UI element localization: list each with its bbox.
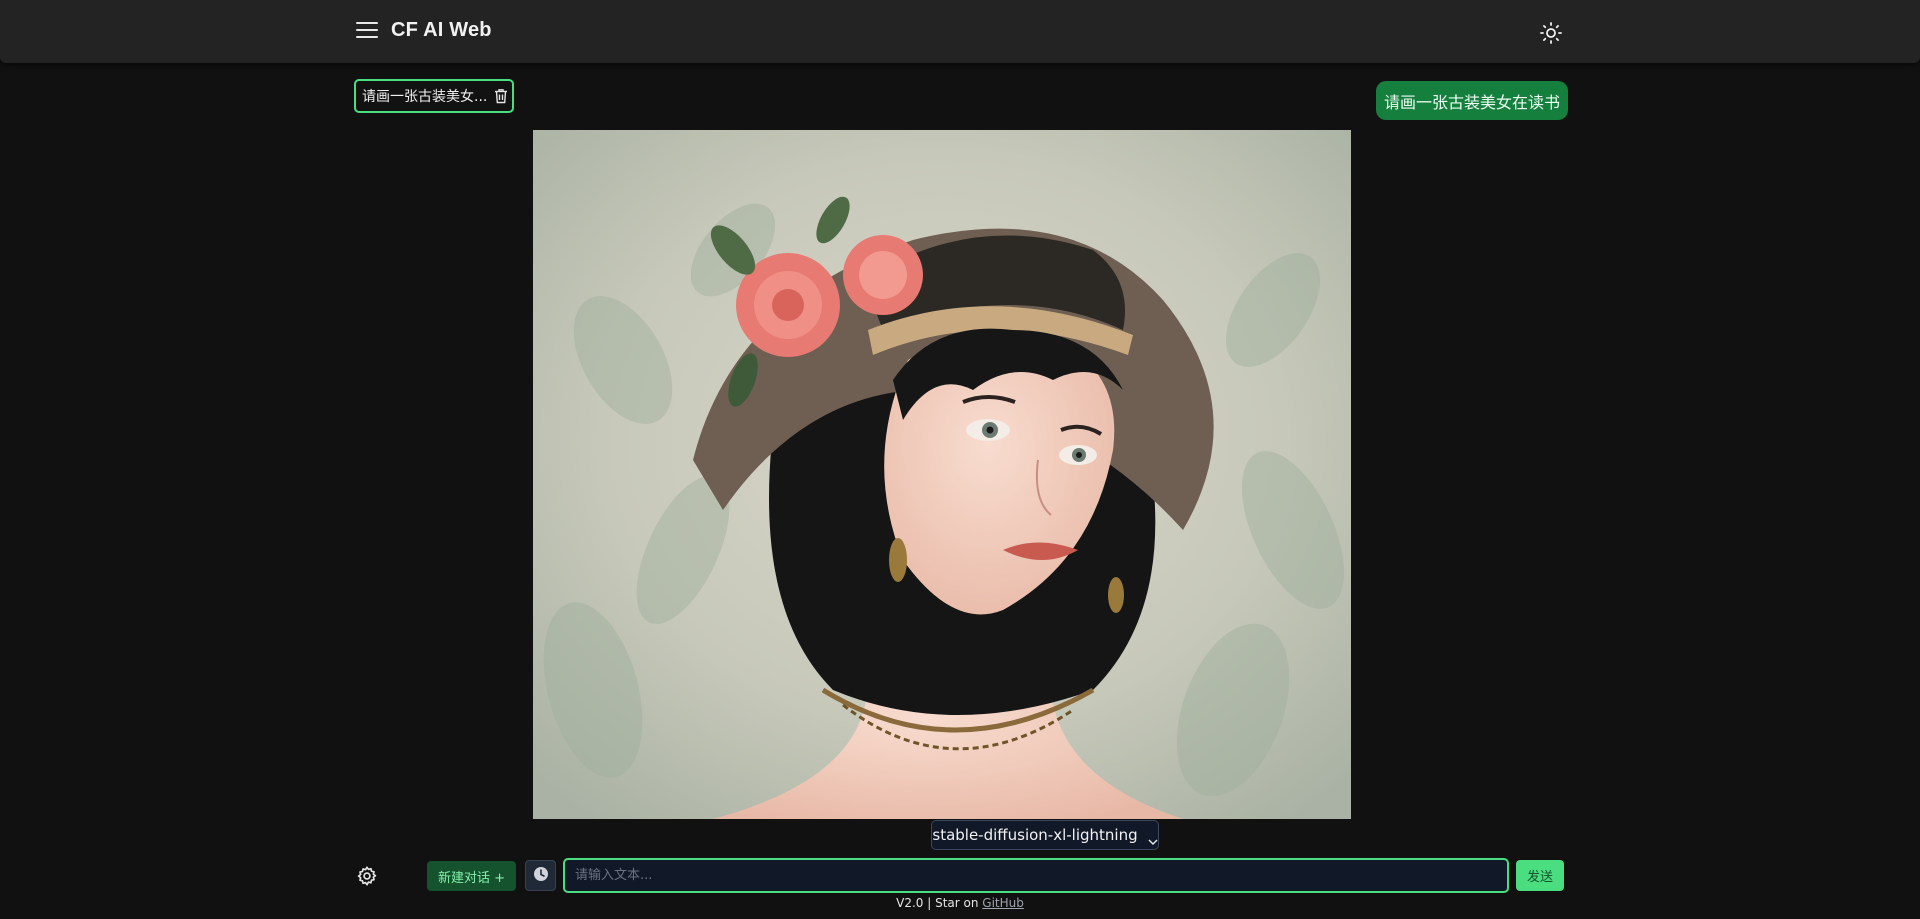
hamburger-menu-icon[interactable] [356, 22, 378, 40]
model-select-value: stable-diffusion-xl-lightning [932, 826, 1138, 844]
footer: V2.0 | Star on GitHub [0, 896, 1920, 910]
clock-icon [533, 866, 549, 886]
prompt-input[interactable] [563, 858, 1509, 893]
top-bar: CF AI Web [0, 0, 1920, 63]
trash-icon[interactable] [494, 88, 508, 104]
app-title: CF AI Web [391, 19, 492, 41]
sun-icon[interactable] [1539, 21, 1563, 45]
history-item[interactable]: 请画一张古装美女... [354, 79, 514, 113]
gear-icon[interactable] [356, 865, 378, 887]
footer-version: V2.0 | Star on [896, 896, 979, 910]
new-chat-button[interactable]: 新建对话 + [427, 861, 516, 891]
generated-image [533, 130, 1351, 819]
user-message-bubble: 请画一张古装美女在读书 [1376, 81, 1568, 120]
model-select[interactable]: stable-diffusion-xl-lightning [931, 820, 1159, 850]
github-link[interactable]: GitHub [982, 896, 1024, 910]
history-button[interactable] [525, 860, 556, 891]
history-item-label: 请画一张古装美女... [362, 89, 488, 105]
send-button[interactable]: 发送 [1516, 860, 1564, 891]
chevron-down-icon [1148, 832, 1158, 845]
